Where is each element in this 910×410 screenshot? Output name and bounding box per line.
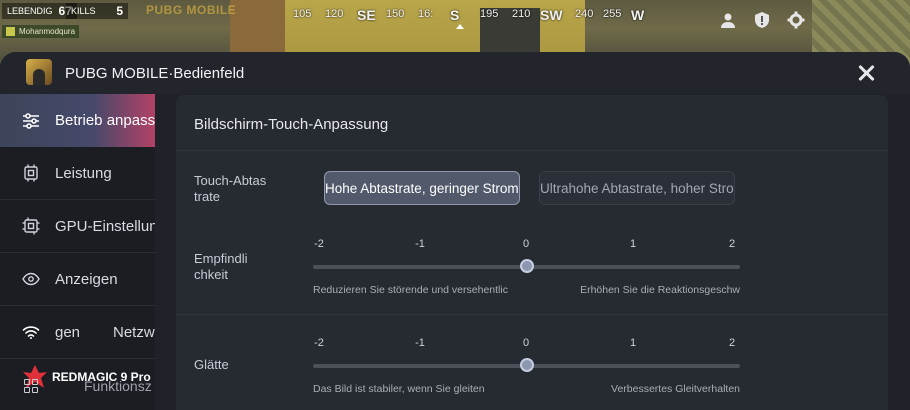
smoothness-hint-right: Verbessertes Gleitverhalten: [611, 383, 740, 395]
kills-counter: KILLS 5: [66, 3, 128, 19]
tick-label: 0: [522, 337, 530, 349]
teammate-color-marker: [6, 27, 15, 36]
close-icon[interactable]: [853, 60, 879, 86]
shield-icon[interactable]: [752, 10, 772, 30]
tick-label: 2: [728, 337, 736, 349]
sensitivity-label: Empfindli chkeit: [194, 251, 248, 282]
sidebar: Betrieb anpass Leistung GPU-Einstellun A…: [0, 94, 155, 410]
compass-mark: SE: [357, 7, 376, 23]
compass-mark: 255: [603, 8, 622, 20]
sidebar-item-label-secondary: Netzw: [113, 323, 155, 341]
compass-mark: 240: [575, 8, 594, 20]
settings-content: Bildschirm-Touch-Anpassung Touch-Abtas t…: [176, 95, 888, 410]
sidebar-item-label: Betrieb anpass: [55, 112, 155, 129]
tick-label: 1: [629, 238, 637, 250]
smoothness-tick-labels: -2 -1 0 1 2: [313, 337, 740, 351]
game-logo: PUBG MOBILE: [146, 3, 237, 17]
title-bar: PUBG MOBILE·Bedienfeld: [0, 52, 910, 94]
sidebar-item-label: Leistung: [55, 164, 112, 182]
gear-icon[interactable]: [786, 10, 806, 30]
tick-label: -1: [415, 238, 425, 250]
touch-sampling-option-high[interactable]: Hohe Abtastrate, geringer Stromve: [324, 171, 520, 205]
compass-mark: SW: [540, 7, 563, 23]
touch-sampling-option-ultra[interactable]: Ultrahohe Abtastrate, hoher Stron: [539, 171, 735, 205]
sensitivity-hint-left: Reduzieren Sie störende und versehentlic: [313, 284, 508, 296]
sidebar-item-gpu[interactable]: GPU-Einstellun: [0, 200, 155, 253]
sensitivity-slider[interactable]: [313, 259, 740, 273]
teammate-name: Mohanmodqura: [2, 25, 80, 38]
sidebar-item-label: Anzeigen: [55, 270, 118, 288]
tick-label: -2: [314, 238, 324, 250]
compass-mark: 120: [325, 8, 344, 20]
smoothness-hint-left: Das Bild ist stabiler, wenn Sie gleiten: [313, 383, 485, 395]
compass-mark: 210: [512, 8, 531, 20]
pubg-app-icon: [26, 59, 52, 85]
grid-icon[interactable]: [24, 379, 38, 393]
sidebar-item-label: gen: [55, 323, 81, 341]
section-title: Bildschirm-Touch-Anpassung: [194, 116, 389, 133]
sidebar-item-display[interactable]: Anzeigen: [0, 253, 155, 306]
compass-needle: [456, 24, 464, 29]
touch-sampling-label: Touch-Abtas trate: [194, 173, 267, 204]
cpu-chip-icon: [22, 164, 40, 182]
compass-mark: 195: [480, 8, 499, 20]
wifi-icon: [22, 323, 40, 341]
control-panel-overlay: PUBG MOBILE·Bedienfeld Betrieb anpass Le…: [0, 52, 910, 410]
gpu-chip-icon: [22, 217, 40, 235]
person-icon[interactable]: [718, 10, 738, 30]
compass-bar: 105 120 SE 150 16: S 195 210 SW 240 255 …: [285, 7, 645, 29]
sensitivity-slider-thumb[interactable]: [519, 259, 534, 273]
sidebar-item-label: GPU-Einstellun: [55, 217, 155, 235]
compass-mark: 105: [293, 8, 312, 20]
sidebar-item-operation[interactable]: Betrieb anpass: [0, 94, 155, 147]
tick-label: 0: [522, 238, 530, 250]
tick-label: -2: [314, 337, 324, 349]
sensitivity-hint-right: Erhöhen Sie die Reaktionsgeschw: [580, 284, 740, 296]
sliders-icon: [22, 112, 40, 130]
smoothness-slider[interactable]: [313, 358, 740, 372]
window-title: PUBG MOBILE·Bedienfeld: [65, 65, 245, 82]
smoothness-label: Glätte: [194, 357, 229, 372]
eye-icon: [22, 270, 40, 288]
compass-mark: 16:: [418, 8, 434, 20]
tick-label: 1: [629, 337, 637, 349]
hud-icon-group: [718, 10, 806, 30]
compass-mark: 150: [386, 8, 405, 20]
smoothness-slider-thumb[interactable]: [519, 358, 534, 372]
row-divider: [176, 314, 888, 315]
sensitivity-tick-labels: -2 -1 0 1 2: [313, 238, 740, 252]
functions-label[interactable]: Funktionsz: [84, 378, 152, 394]
compass-mark: W: [631, 7, 645, 23]
tick-label: -1: [415, 337, 425, 349]
tick-label: 2: [728, 238, 736, 250]
sidebar-item-network[interactable]: gen Netzw: [0, 306, 155, 359]
compass-mark: S: [450, 7, 460, 23]
content-header: Bildschirm-Touch-Anpassung: [176, 95, 888, 151]
sidebar-item-performance[interactable]: Leistung: [0, 147, 155, 200]
